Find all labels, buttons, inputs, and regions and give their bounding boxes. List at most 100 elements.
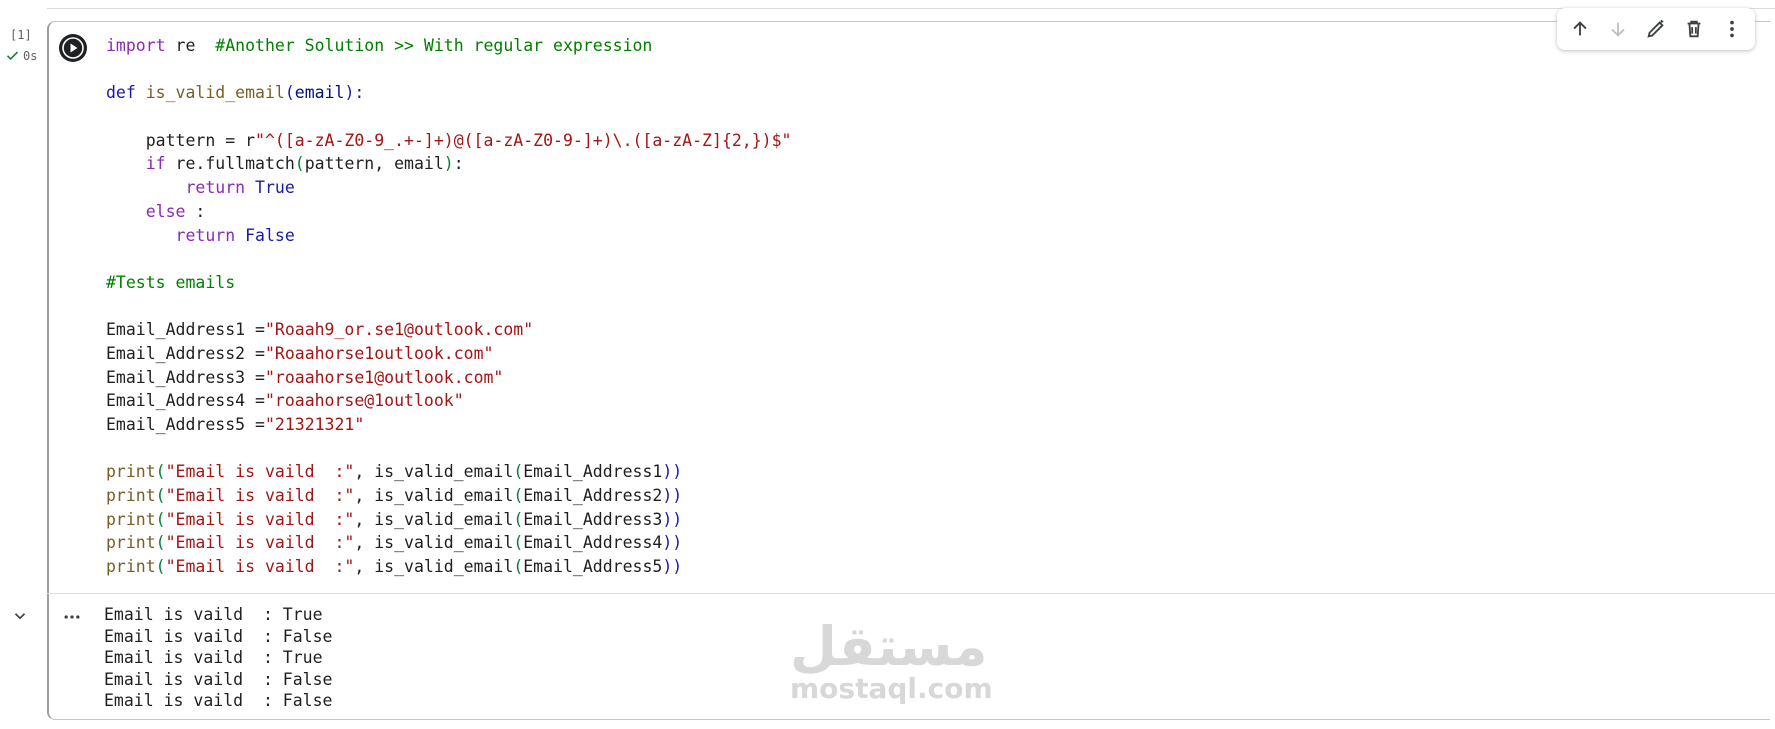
code-token: else (145, 201, 186, 221)
code-token: Email_Address3 (523, 509, 663, 529)
code-token: email (294, 83, 345, 103)
code-token: : (453, 154, 464, 174)
cell-output: Email is vaild : True Email is vaild : Fa… (104, 604, 332, 712)
code-line: print("Email is vaild :", is_valid_email… (106, 508, 791, 532)
output-line: Email is vaild : False (104, 691, 333, 711)
code-line: print("Email is vaild :", is_valid_email… (106, 531, 791, 555)
code-token: ( (284, 83, 295, 103)
code-token: Email_Address4 (523, 533, 663, 553)
code-token: ) (443, 154, 454, 174)
code-token: "Email is vaild :" (165, 486, 355, 506)
code-token: ( (155, 486, 166, 506)
code-token: "^([a-zA-Z0-9_.+-]+)@([a-zA-Z0-9-]+)\.([… (255, 130, 792, 150)
code-token: Email_Address5 = (106, 415, 265, 434)
execution-status: 0s (5, 48, 37, 63)
code-line: else : (106, 200, 791, 224)
code-line: #Tests emails (106, 271, 791, 295)
edit-pencil-icon (1647, 19, 1664, 38)
code-token: ( (155, 557, 166, 577)
code-token: )) (662, 509, 683, 529)
arrow-down-icon (1611, 22, 1625, 37)
code-line: Email_Address1 ="Roaah9_or.se1@outlook.c… (106, 318, 791, 342)
delete-cell-button[interactable] (1678, 13, 1710, 45)
code-line: return True (106, 176, 791, 200)
checkmark-icon (6, 51, 19, 61)
code-token: if (145, 154, 166, 174)
chevron-down-icon (14, 613, 26, 620)
code-token: #Tests emails (106, 272, 236, 292)
code-token: print (106, 509, 156, 529)
run-cell-button[interactable] (59, 34, 87, 62)
code-token: Email_Address5 (523, 557, 663, 577)
previous-cell-edge (47, 0, 1775, 9)
code-token: ( (513, 486, 524, 506)
code-line: import re #Another Solution >> With regu… (106, 34, 791, 58)
code-token: pattern = r (106, 130, 256, 150)
code-token: , is_valid_email (354, 533, 514, 553)
code-token: "Roaahorse1outlook.com" (264, 343, 494, 363)
code-token: Email_Address4 = (106, 391, 265, 411)
code-token: def (106, 83, 136, 103)
move-cell-down-button[interactable] (1602, 13, 1634, 45)
code-token: Email_Address2 = (106, 343, 265, 363)
edit-cell-button[interactable] (1640, 13, 1672, 45)
code-token: #Another Solution >> With regular expres… (215, 36, 653, 55)
code-line: if re.fullmatch(pattern, email): (106, 152, 791, 176)
code-token: re (165, 36, 216, 55)
execution-count: [1] (10, 28, 32, 42)
code-token: return (175, 225, 236, 245)
code-token: "Email is vaild :" (165, 557, 355, 577)
code-token: )) (662, 462, 683, 482)
code-token: re.fullmatch (165, 154, 295, 174)
code-line: pattern = r"^([a-zA-Z0-9_.+-]+)@([a-zA-Z… (106, 129, 792, 153)
output-line: Email is vaild : True (104, 648, 323, 668)
code-editor[interactable]: import re #Another Solution >> With regu… (106, 34, 791, 579)
code-line: return False (106, 224, 791, 248)
code-token: ( (513, 509, 524, 529)
code-token: "Email is vaild :" (165, 533, 355, 553)
code-line: print("Email is vaild :", is_valid_email… (106, 484, 791, 508)
code-token: print (106, 557, 156, 577)
code-token: , is_valid_email (354, 509, 514, 529)
code-token: ( (155, 509, 166, 529)
code-token: return (185, 178, 246, 198)
code-token: : (185, 201, 206, 221)
code-token: ( (513, 462, 524, 482)
code-token: "Roaah9_or.se1@outlook.com" (264, 320, 534, 340)
more-options-button[interactable] (1716, 13, 1748, 45)
collapse-output-button[interactable] (8, 604, 32, 628)
code-token: Email_Address2 (523, 486, 663, 506)
output-line: Email is vaild : True (104, 605, 323, 624)
output-actions-button[interactable] (60, 605, 84, 629)
output-line: Email is vaild : False (104, 669, 333, 689)
code-token: )) (662, 533, 683, 553)
code-token: Email_Address1 = (106, 320, 265, 340)
move-cell-up-button[interactable] (1564, 13, 1596, 45)
execution-time: 0s (23, 48, 38, 63)
code-token: ): (344, 83, 365, 103)
code-line: def is_valid_email(email): (106, 81, 791, 105)
code-token: False (245, 225, 295, 245)
code-token: ( (155, 462, 166, 482)
play-icon (60, 35, 86, 61)
code-token: ( (513, 557, 524, 577)
code-token: )) (662, 557, 683, 577)
arrow-up-icon (1573, 21, 1587, 36)
code-token: , is_valid_email (354, 462, 514, 482)
code-token: ( (155, 533, 166, 553)
code-token: print (106, 486, 156, 506)
code-token: "Email is vaild :" (165, 462, 355, 482)
cell-toolbar (1557, 8, 1755, 50)
code-token: )) (662, 486, 683, 506)
more-vert-icon (1730, 20, 1734, 38)
